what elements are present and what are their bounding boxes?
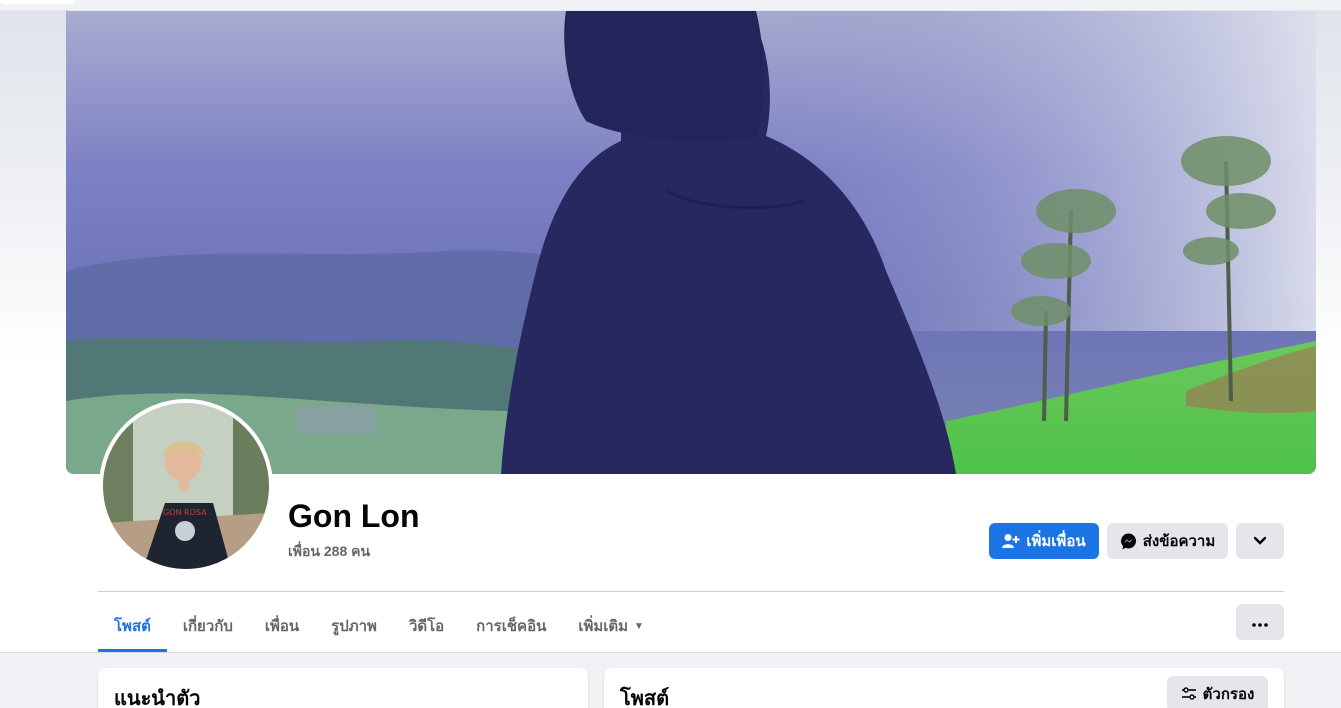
tab-videos[interactable]: วิดีโอ [393, 600, 460, 652]
tab-label: เพื่อน [264, 618, 300, 635]
tab-label: วิดีโอ [408, 618, 445, 635]
caret-down-icon: ▼ [634, 620, 644, 632]
profile-tabs: โพสต์ เกี่ยวกับ เพื่อน รูปภาพ วิดีโอ การ… [98, 600, 660, 652]
add-friend-button[interactable]: เพิ่มเพื่อน [989, 523, 1099, 559]
profile-avatar[interactable]: GON ROSA [99, 399, 273, 573]
friend-count-link[interactable]: เพื่อน 288 คน [288, 541, 370, 563]
tab-checkins[interactable]: การเช็คอิน [460, 600, 562, 652]
intro-title: แนะนำตัว [114, 688, 201, 708]
tab-photos[interactable]: รูปภาพ [315, 600, 393, 652]
cover-photo[interactable] [66, 11, 1316, 474]
filter-label: ตัวกรอง [1202, 686, 1255, 703]
tab-more[interactable]: เพิ่มเติม ▼ [562, 600, 660, 652]
message-label: ส่งข้อความ [1142, 533, 1216, 550]
avatar-illustration: GON ROSA [103, 403, 269, 569]
tab-about[interactable]: เกี่ยวกับ [167, 600, 249, 652]
profile-divider [98, 591, 1284, 592]
svg-text:GON ROSA: GON ROSA [163, 508, 207, 517]
more-dots-icon [1252, 614, 1268, 631]
tab-label: เพิ่มเติม [578, 618, 629, 635]
more-options-button[interactable] [1236, 523, 1284, 559]
add-friend-label: เพิ่มเพื่อน [1026, 533, 1086, 550]
posts-title: โพสต์ [620, 688, 670, 708]
message-button[interactable]: ส่งข้อความ [1107, 523, 1228, 559]
tab-more-options-button[interactable] [1236, 604, 1284, 640]
chevron-down-icon [1253, 533, 1267, 550]
tab-posts[interactable]: โพสต์ [98, 600, 167, 652]
tab-label: การเช็คอิน [476, 618, 547, 635]
posts-card: โพสต์ ตัวกรอง [604, 668, 1284, 708]
filter-icon [1181, 687, 1197, 701]
filter-button[interactable]: ตัวกรอง [1167, 676, 1268, 708]
tab-label: รูปภาพ [331, 618, 377, 635]
top-navigation-strip [0, 0, 1341, 11]
add-friend-icon [1002, 533, 1020, 549]
cover-photo-illustration [66, 11, 1316, 474]
intro-card: แนะนำตัว [98, 668, 588, 708]
tab-label: เกี่ยวกับ [182, 618, 233, 635]
tab-friends[interactable]: เพื่อน [249, 600, 315, 652]
messenger-icon [1120, 533, 1137, 550]
profile-name: Gon Lon [288, 498, 420, 534]
top-tab-hint [0, 0, 75, 4]
avatar-photo: GON ROSA [103, 403, 269, 569]
tab-label: โพสต์ [114, 618, 151, 635]
